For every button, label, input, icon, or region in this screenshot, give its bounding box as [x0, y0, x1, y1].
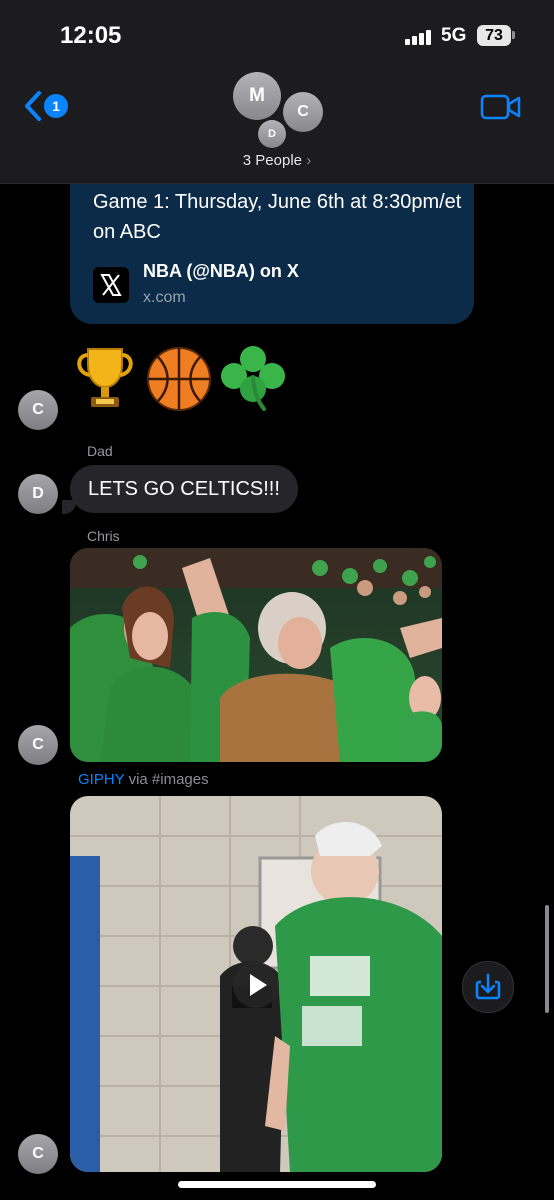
- video-camera-icon: [480, 94, 521, 120]
- battery-icon: 73: [477, 25, 511, 46]
- play-icon: [250, 974, 267, 996]
- chevron-left-icon: [25, 91, 41, 121]
- home-indicator[interactable]: [178, 1181, 376, 1188]
- status-time: 12:05: [60, 22, 122, 49]
- play-button[interactable]: [233, 962, 279, 1008]
- unread-badge: 1: [44, 94, 68, 118]
- battery-tip: [512, 31, 515, 39]
- download-icon: [475, 973, 501, 1000]
- avatar[interactable]: C: [283, 92, 323, 132]
- sender-name: Dad: [87, 443, 113, 459]
- group-title-button[interactable]: 3 People ›: [0, 152, 554, 169]
- video-attachment[interactable]: [70, 796, 442, 1172]
- avatar[interactable]: D: [18, 474, 58, 514]
- x-logo-icon: [93, 267, 129, 303]
- link-preview-text: Game 1: Thursday, June 6th at 8:30pm/et …: [93, 191, 462, 243]
- basketball-icon: [147, 347, 211, 411]
- cellular-signal-icon: [405, 29, 435, 45]
- link-preview-domain: x.com: [143, 289, 186, 306]
- gif-attribution[interactable]: GIPHY via #images: [78, 771, 209, 788]
- shamrock-icon: [221, 346, 285, 411]
- conversation-header: 12:05 5G 73 1 M C D 3 People ›: [0, 0, 554, 184]
- gif-source: via #images: [124, 771, 209, 788]
- avatar[interactable]: C: [18, 390, 58, 430]
- sender-name: Chris: [87, 528, 120, 544]
- network-type: 5G: [441, 25, 467, 46]
- group-title: 3 People: [242, 152, 303, 169]
- facetime-video-button[interactable]: [480, 93, 522, 121]
- link-preview-title: NBA (@NBA) on X: [143, 261, 299, 281]
- message-bubble[interactable]: LETS GO CELTICS!!!: [70, 465, 298, 513]
- save-video-button[interactable]: [462, 961, 514, 1013]
- celebrating-crowd-image: [70, 548, 442, 762]
- back-button[interactable]: 1: [22, 90, 72, 126]
- avatar[interactable]: D: [258, 120, 286, 148]
- avatar[interactable]: M: [233, 72, 281, 120]
- scrollbar[interactable]: [545, 905, 549, 1013]
- avatar[interactable]: C: [18, 1134, 58, 1174]
- chevron-right-icon: ›: [306, 152, 312, 169]
- gif-image[interactable]: [70, 548, 442, 762]
- avatar[interactable]: C: [18, 725, 58, 765]
- link-preview-card[interactable]: Game 1: Thursday, June 6th at 8:30pm/et …: [70, 172, 474, 324]
- trophy-icon: [77, 348, 133, 407]
- giphy-link[interactable]: GIPHY: [78, 771, 124, 788]
